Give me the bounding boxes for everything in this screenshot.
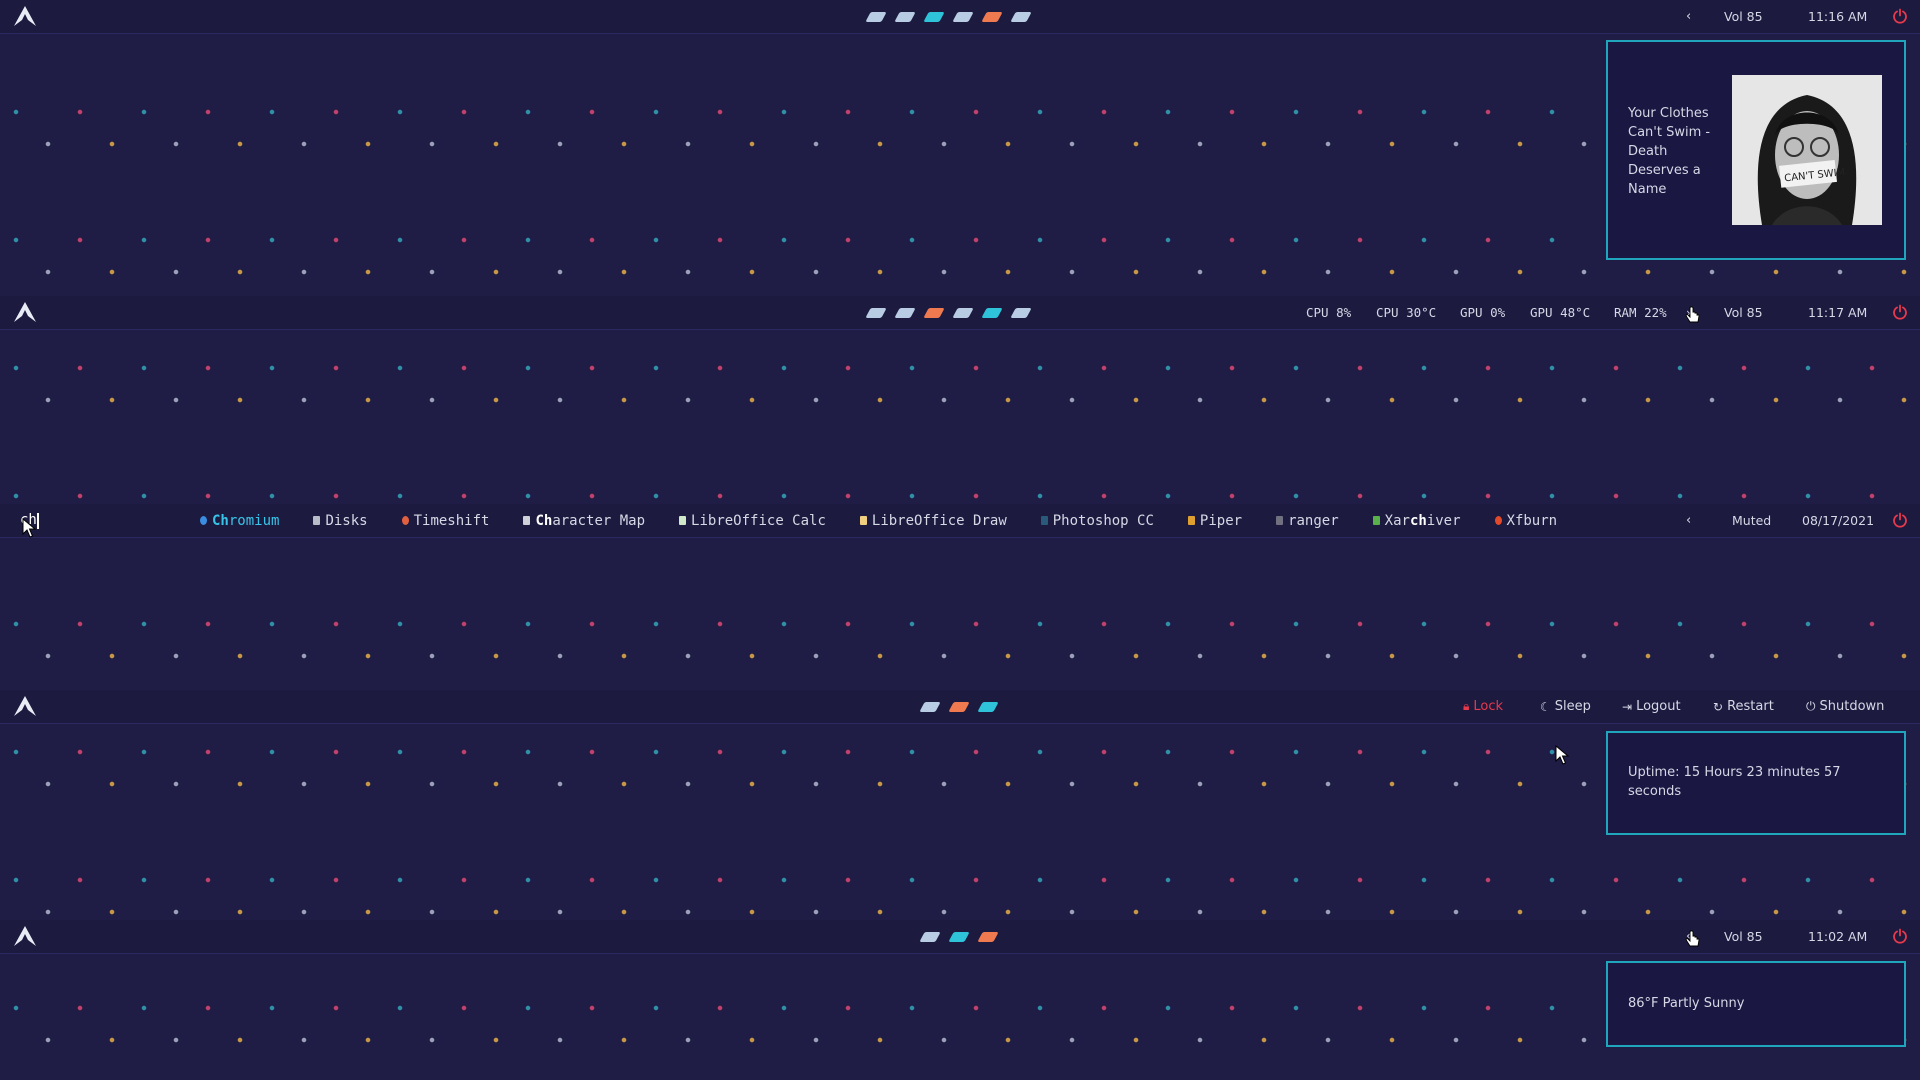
- workspace-indicator-3[interactable]: [977, 701, 999, 712]
- moon-icon: ☾: [1540, 699, 1551, 714]
- album-cover-image: CAN'T SWIM: [1732, 75, 1882, 225]
- clock[interactable]: 11:16 AM: [1808, 9, 1867, 24]
- restart-button[interactable]: ↻ Restart: [1713, 690, 1774, 723]
- workspace-indicator-2[interactable]: [948, 701, 970, 712]
- cpu-temperature[interactable]: CPU 30°C: [1376, 296, 1436, 329]
- arch-logo-icon[interactable]: [13, 695, 37, 717]
- arch-logo-icon[interactable]: [13, 301, 37, 323]
- workspace-indicators: [919, 690, 999, 723]
- power-icon[interactable]: [1892, 304, 1908, 320]
- weather-text: 86°F Partly Sunny: [1628, 996, 1745, 1011]
- workspace-indicator-5[interactable]: [981, 307, 1003, 318]
- ram-usage[interactable]: RAM 22%: [1614, 296, 1667, 329]
- weather-popup: 86°F Partly Sunny: [1606, 961, 1906, 1047]
- gpu-usage[interactable]: GPU 0%: [1460, 296, 1505, 329]
- power-icon[interactable]: [1892, 512, 1908, 528]
- date[interactable]: 08/17/2021: [1802, 513, 1874, 528]
- sleep-button[interactable]: ☾ Sleep: [1540, 690, 1591, 723]
- lock-icon: 🔒︎: [1463, 699, 1470, 713]
- shutdown-button[interactable]: ⏻ Shutdown: [1806, 690, 1884, 723]
- workspace-indicator-6[interactable]: [1010, 307, 1032, 318]
- hand-cursor-icon: [1685, 930, 1700, 947]
- workspace-indicator-3[interactable]: [923, 307, 945, 318]
- workspace-indicator-1[interactable]: [919, 701, 941, 712]
- pointer-cursor-icon: [1555, 745, 1570, 765]
- volume-indicator[interactable]: Vol 85: [1724, 296, 1763, 329]
- volume-indicator[interactable]: Muted: [1732, 513, 1771, 528]
- top-bar-4: 🔒︎ Lock ☾ Sleep ⇥ Logout ↻ Restart ⏻ Shutdown: [0, 690, 1920, 724]
- volume-indicator[interactable]: Vol 85: [1724, 9, 1763, 24]
- uptime-text: Uptime: 15 Hours 23 minutes 57 seconds: [1628, 765, 1841, 799]
- cpu-usage[interactable]: CPU 8%: [1306, 296, 1351, 329]
- gpu-temperature[interactable]: GPU 48°C: [1530, 296, 1590, 329]
- clock[interactable]: 11:17 AM: [1808, 296, 1867, 329]
- hand-cursor-icon: [1685, 306, 1700, 323]
- chevron-left-icon[interactable]: ‹: [1686, 513, 1691, 528]
- top-bar-5: ‹ Vol 85 11:02 AM: [0, 920, 1920, 954]
- launcher-bar: ch Chromium Disks Timeshift Character Map Li…: [0, 504, 1920, 538]
- clock[interactable]: 11:02 AM: [1808, 929, 1867, 944]
- chevron-left-icon[interactable]: ‹: [1686, 9, 1691, 24]
- song-title: Your Clothes Can't Swim - Death Deserves…: [1628, 106, 1711, 197]
- uptime-popup: Uptime: 15 Hours 23 minutes 57 seconds: [1606, 731, 1906, 835]
- workspace-indicator-2[interactable]: [894, 307, 916, 318]
- logout-icon: ⇥: [1622, 699, 1633, 714]
- volume-indicator[interactable]: Vol 85: [1724, 929, 1763, 944]
- music-popup: Your Clothes Can't Swim - Death Deserves…: [1606, 40, 1906, 260]
- restart-icon: ↻: [1713, 699, 1724, 714]
- power-icon[interactable]: [1892, 8, 1908, 24]
- lock-button[interactable]: 🔒︎ Lock: [1463, 690, 1503, 723]
- power-small-icon: ⏻: [1806, 699, 1816, 713]
- power-icon[interactable]: [1892, 928, 1908, 944]
- logout-button[interactable]: ⇥ Logout: [1622, 690, 1681, 723]
- workspace-indicators: [865, 296, 1032, 329]
- pointer-cursor-icon: [22, 518, 37, 538]
- workspace-indicator-1[interactable]: [865, 307, 887, 318]
- workspace-indicator-4[interactable]: [952, 307, 974, 318]
- top-bar-2: CPU 8% CPU 30°C GPU 0% GPU 48°C RAM 22% …: [0, 296, 1920, 330]
- top-bar-1: ‹ Vol 85 11:16 AM: [0, 0, 1920, 34]
